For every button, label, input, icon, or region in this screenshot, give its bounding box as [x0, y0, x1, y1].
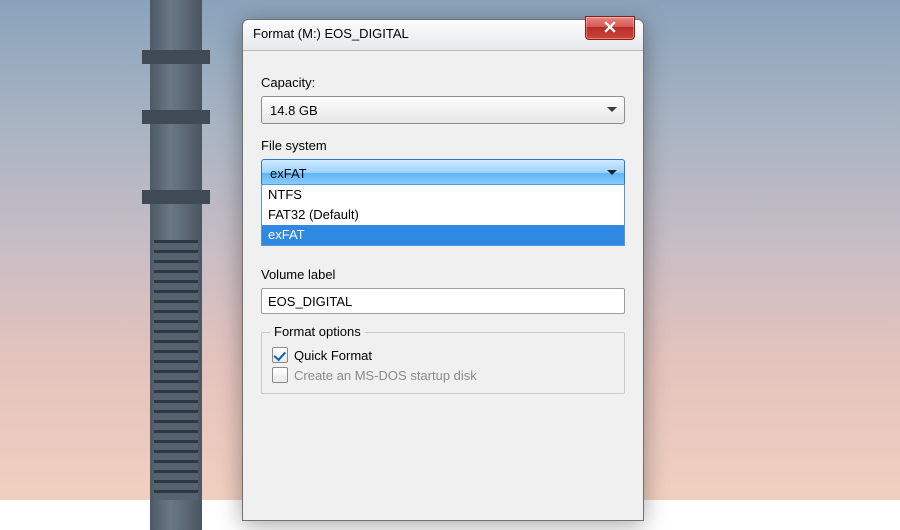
format-options-legend: Format options — [270, 324, 365, 339]
volume-label-input[interactable]: EOS_DIGITAL — [261, 288, 625, 314]
volume-label-value: EOS_DIGITAL — [268, 294, 352, 309]
filesystem-option-ntfs[interactable]: NTFS — [262, 185, 624, 205]
capacity-combobox[interactable]: 14.8 GB — [261, 96, 625, 124]
filesystem-option-exfat[interactable]: exFAT — [262, 225, 624, 245]
filesystem-combobox[interactable]: exFAT — [261, 159, 625, 187]
filesystem-option-fat32[interactable]: FAT32 (Default) — [262, 205, 624, 225]
filesystem-value: exFAT — [270, 166, 307, 181]
msdos-checkbox[interactable] — [272, 367, 288, 383]
close-icon — [604, 21, 616, 36]
volume-label-caption: Volume label — [261, 267, 625, 282]
close-button[interactable] — [585, 16, 635, 40]
chevron-down-icon — [607, 170, 617, 176]
capacity-label: Capacity: — [261, 75, 625, 90]
msdos-label: Create an MS-DOS startup disk — [294, 368, 477, 383]
background-building — [132, 0, 220, 530]
quick-format-checkbox[interactable] — [272, 347, 288, 363]
filesystem-label: File system — [261, 138, 625, 153]
format-options-group: Format options Quick Format Create an MS… — [261, 332, 625, 394]
filesystem-dropdown-list[interactable]: NTFS FAT32 (Default) exFAT — [261, 184, 625, 246]
capacity-value: 14.8 GB — [270, 103, 318, 118]
window-title: Format (M:) EOS_DIGITAL — [253, 26, 409, 41]
titlebar[interactable]: Format (M:) EOS_DIGITAL — [243, 20, 643, 51]
format-dialog: Format (M:) EOS_DIGITAL Capacity: 14.8 G… — [242, 19, 644, 521]
chevron-down-icon — [607, 107, 617, 113]
quick-format-label: Quick Format — [294, 348, 372, 363]
